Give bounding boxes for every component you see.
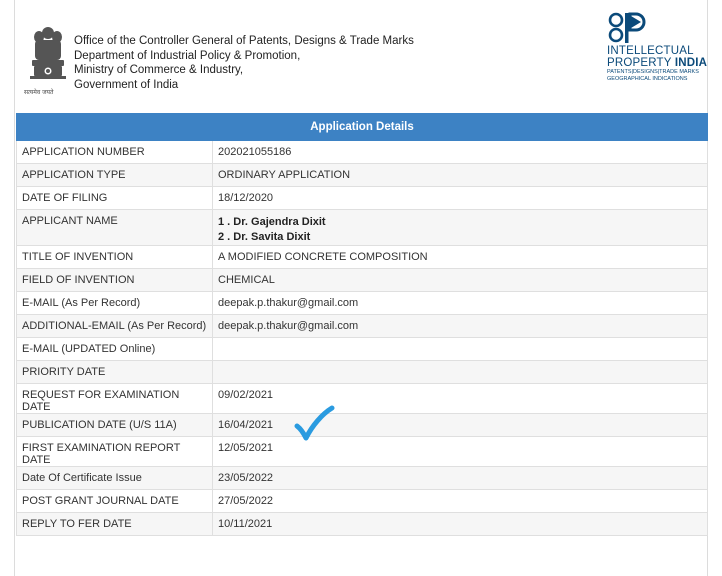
row-label: APPLICATION NUMBER xyxy=(16,140,213,164)
logo-property: PROPERTY xyxy=(607,57,675,69)
row-label: APPLICATION TYPE xyxy=(16,163,213,187)
logo-small-line-1: PATENTS|DESIGNS|TRADE MARKS xyxy=(607,69,699,75)
row-value: ORDINARY APPLICATION xyxy=(212,163,708,187)
row-label: Date Of Certificate Issue xyxy=(16,466,213,490)
table-row: E-MAIL (UPDATED Online) xyxy=(16,337,708,361)
row-label: REPLY TO FER DATE xyxy=(16,512,213,536)
table-row: PUBLICATION DATE (U/S 11A) 16/04/2021 xyxy=(16,413,708,437)
table-row: REQUEST FOR EXAMINATION DATE 09/02/2021 xyxy=(16,383,708,414)
table-row: PRIORITY DATE xyxy=(16,360,708,384)
logo-line-property-india: PROPERTY INDIA xyxy=(607,57,707,69)
row-value: 16/04/2021 xyxy=(212,413,708,437)
checkmark-icon xyxy=(294,405,335,441)
applicant-2: 2 . Dr. Savita Dixit xyxy=(218,231,311,243)
emblem-caption: सत्यमेव जयते xyxy=(24,89,54,96)
row-label: FIELD OF INVENTION xyxy=(16,268,213,292)
row-value-applicants: 1 . Dr. Gajendra Dixit 2 . Dr. Savita Di… xyxy=(212,209,708,246)
row-value: 27/05/2022 xyxy=(212,489,708,513)
row-label: PRIORITY DATE xyxy=(16,360,213,384)
row-label: TITLE OF INVENTION xyxy=(16,245,213,269)
office-line-4: Government of India xyxy=(74,78,179,91)
logo-small-line-2: GEOGRAPHICAL INDICATIONS xyxy=(607,75,688,82)
row-label: POST GRANT JOURNAL DATE xyxy=(16,489,213,513)
table-row: ADDITIONAL-EMAIL (As Per Record) deepak.… xyxy=(16,314,708,338)
ip-india-logo-text: INTELLECTUAL PROPERTY INDIA PATENTS|DESI… xyxy=(607,45,707,82)
row-value: 09/02/2021 xyxy=(212,383,708,414)
table-row: DATE OF FILING 18/12/2020 xyxy=(16,186,708,210)
row-value xyxy=(212,337,708,361)
table-title: Application Details xyxy=(16,113,708,141)
table-row: FIELD OF INVENTION CHEMICAL xyxy=(16,268,708,292)
table-row: REPLY TO FER DATE 10/11/2021 xyxy=(16,512,708,536)
row-label: DATE OF FILING xyxy=(16,186,213,210)
row-label: PUBLICATION DATE (U/S 11A) xyxy=(16,413,213,437)
page-header: सत्यमेव जयते Office of the Controller Ge… xyxy=(0,0,722,110)
row-value: deepak.p.thakur@gmail.com xyxy=(212,291,708,315)
row-label: FIRST EXAMINATION REPORT DATE xyxy=(16,436,213,467)
row-value: A MODIFIED CONCRETE COMPOSITION xyxy=(212,245,708,269)
applicant-1: 1 . Dr. Gajendra Dixit xyxy=(218,216,326,228)
table-row: APPLICANT NAME 1 . Dr. Gajendra Dixit 2 … xyxy=(16,209,708,246)
logo-india: INDIA xyxy=(674,57,708,69)
row-value xyxy=(212,360,708,384)
table-row: TITLE OF INVENTION A MODIFIED CONCRETE C… xyxy=(16,245,708,269)
row-value: CHEMICAL xyxy=(212,268,708,292)
table-row: Date Of Certificate Issue 23/05/2022 xyxy=(16,466,708,490)
row-label: E-MAIL (UPDATED Online) xyxy=(16,337,213,361)
row-label: REQUEST FOR EXAMINATION DATE xyxy=(16,383,213,414)
office-address: Office of the Controller General of Pate… xyxy=(74,34,414,92)
logo-line-intellectual: INTELLECTUAL xyxy=(607,45,694,57)
row-value: deepak.p.thakur@gmail.com xyxy=(212,314,708,338)
row-value: 12/05/2021 xyxy=(212,436,708,467)
table-row: E-MAIL (As Per Record) deepak.p.thakur@g… xyxy=(16,291,708,315)
row-value: 10/11/2021 xyxy=(212,512,708,536)
table-row: POST GRANT JOURNAL DATE 27/05/2022 xyxy=(16,489,708,513)
ip-india-logo-icon xyxy=(608,12,646,43)
table-row: APPLICATION TYPE ORDINARY APPLICATION xyxy=(16,163,708,187)
row-label: E-MAIL (As Per Record) xyxy=(16,291,213,315)
row-label: ADDITIONAL-EMAIL (As Per Record) xyxy=(16,314,213,338)
table-row: APPLICATION NUMBER 202021055186 xyxy=(16,140,708,164)
row-label: APPLICANT NAME xyxy=(16,209,213,246)
table-row: FIRST EXAMINATION REPORT DATE 12/05/2021 xyxy=(16,436,708,467)
row-value: 18/12/2020 xyxy=(212,186,708,210)
office-line-3: Ministry of Commerce & Industry, xyxy=(74,64,244,76)
national-emblem-icon xyxy=(30,27,66,79)
office-line-1: Office of the Controller General of Pate… xyxy=(74,35,414,47)
office-line-2: Department of Industrial Policy & Promot… xyxy=(74,49,301,62)
application-details-table: Application Details APPLICATION NUMBER 2… xyxy=(16,113,708,536)
row-value: 23/05/2022 xyxy=(212,466,708,490)
row-value: 202021055186 xyxy=(212,140,708,164)
